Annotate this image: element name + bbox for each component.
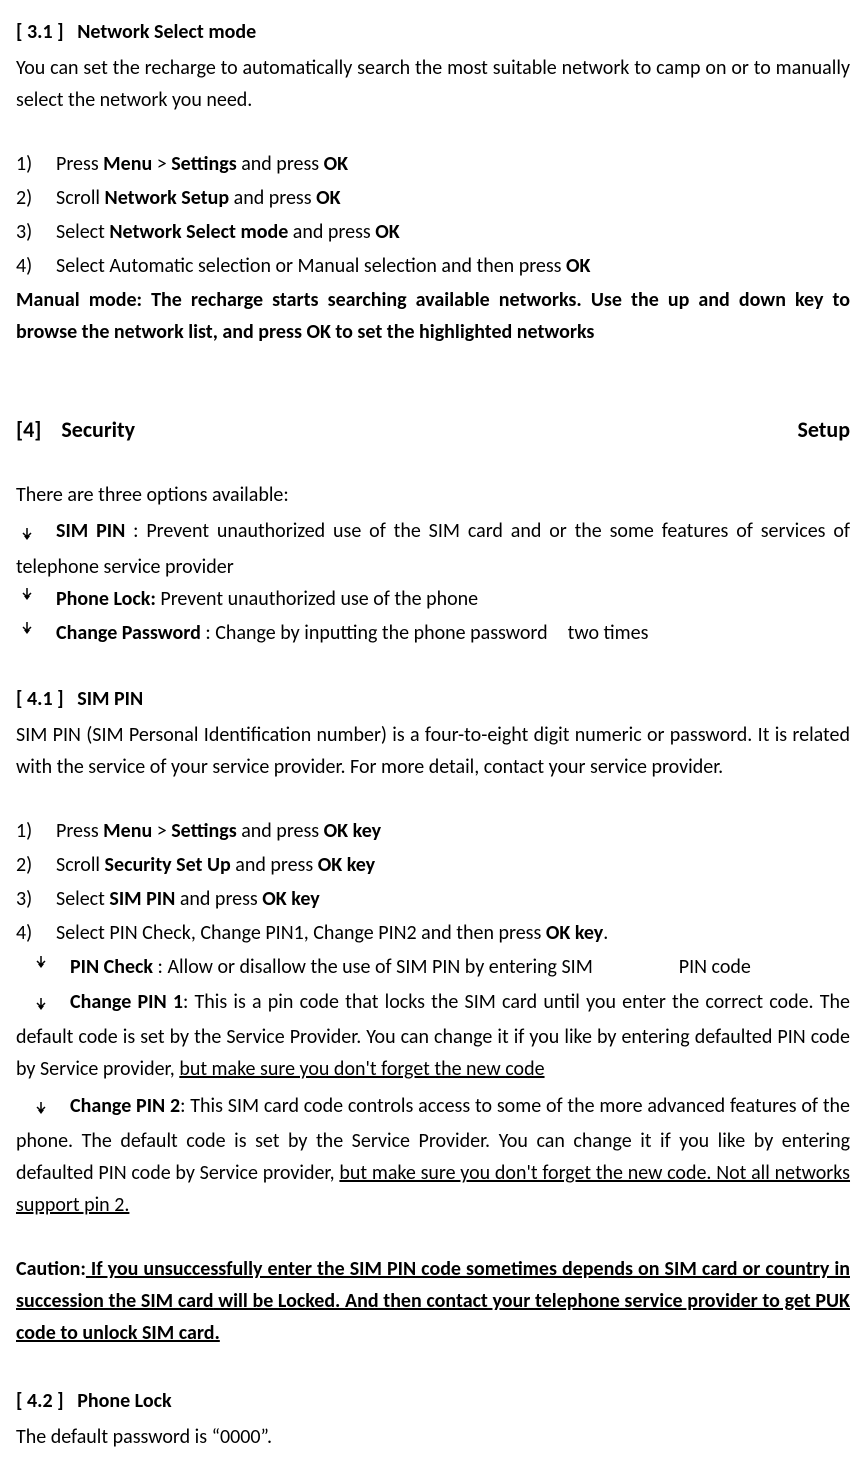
heading-left: [4] Security: [16, 412, 135, 447]
arrow-down-icon: [30, 985, 70, 1021]
heading-num: [ 4.1 ]: [16, 687, 64, 711]
arrow-down-icon: [30, 951, 70, 983]
manual-note: Manual mode: The recharge starts searchi…: [16, 284, 850, 348]
step-num: 4): [16, 917, 56, 949]
step-text: Select Automatic selection or Manual sel…: [56, 250, 850, 282]
spacer: [16, 1353, 850, 1381]
spacer: [16, 787, 850, 815]
step: 1) Press Menu > Settings and press OK: [16, 148, 850, 180]
heading-right: Setup: [797, 412, 850, 447]
step-text: Scroll Security Set Up and press OK key: [56, 849, 850, 881]
step: 1) Press Menu > Settings and press OK ke…: [16, 815, 850, 847]
step-text: Select Network Select mode and press OK: [56, 216, 850, 248]
intro-4: There are three options available:: [16, 479, 850, 511]
heading-4-2: [ 4.2 ] Phone Lock: [16, 1385, 850, 1417]
spacer: [16, 380, 850, 408]
step-text: Select PIN Check, Change PIN1, Change PI…: [56, 917, 850, 949]
spacer: [16, 1225, 850, 1253]
spacer: [16, 651, 850, 679]
step: 3) Select Network Select mode and press …: [16, 216, 850, 248]
step-num: 3): [16, 883, 56, 915]
bullet-content: SIM PIN : Prevent unauthorized use of th…: [16, 519, 850, 579]
arrow-down-icon: [30, 1089, 70, 1125]
heading-text: SIM PIN: [77, 687, 143, 711]
bullet-block: SIM PIN : Prevent unauthorized use of th…: [16, 515, 850, 583]
spacer: [16, 352, 850, 380]
spacer: [16, 451, 850, 479]
heading-4-1: [ 4.1 ] SIM PIN: [16, 683, 850, 715]
heading-text: Network Select mode: [77, 20, 256, 44]
heading-num: [ 4.2 ]: [16, 1389, 64, 1413]
arrow-down-icon: [16, 583, 56, 615]
step-num: 2): [16, 849, 56, 881]
step-num: 4): [16, 250, 56, 282]
bullet-item-pin2: Change PIN 2: This SIM card code control…: [16, 1089, 850, 1221]
bullet-text: Phone Lock: Prevent unauthorized use of …: [56, 583, 850, 615]
bullet-item: Change Password : Change by inputting th…: [16, 617, 850, 649]
step: 4) Select Automatic selection or Manual …: [16, 250, 850, 282]
caution: Caution: If you unsuccessfully enter the…: [16, 1253, 850, 1349]
arrow-down-icon: [16, 617, 56, 649]
step-num: 1): [16, 148, 56, 180]
intro-4-1: SIM PIN (SIM Personal Identification num…: [16, 719, 850, 783]
bullet-text: Change Password : Change by inputting th…: [56, 617, 850, 649]
bullet-item-pin1: Change PIN 1: This is a pin code that lo…: [16, 985, 850, 1085]
step-num: 3): [16, 216, 56, 248]
heading-3-1: [ 3.1 ] Network Select mode: [16, 16, 850, 48]
heading-4: [4] Security Setup: [16, 412, 850, 447]
step-num: 2): [16, 182, 56, 214]
step-text: Select SIM PIN and press OK key: [56, 883, 850, 915]
step-text: Scroll Network Setup and press OK: [56, 182, 850, 214]
bullet-item: Phone Lock: Prevent unauthorized use of …: [16, 583, 850, 615]
heading-text: Phone Lock: [77, 1389, 171, 1413]
spacer: [16, 120, 850, 148]
arrow-down-icon: [16, 515, 56, 551]
step-text: Press Menu > Settings and press OK key: [56, 815, 850, 847]
bullet-item: PIN Check : Allow or disallow the use of…: [16, 951, 850, 983]
heading-num: [ 3.1 ]: [16, 20, 64, 44]
step-num: 1): [16, 815, 56, 847]
step: 3) Select SIM PIN and press OK key: [16, 883, 850, 915]
step-text: Press Menu > Settings and press OK: [56, 148, 850, 180]
step: 2) Scroll Security Set Up and press OK k…: [16, 849, 850, 881]
bullet-text: PIN Check : Allow or disallow the use of…: [70, 951, 850, 983]
intro-4-2: The default password is “0000”.: [16, 1421, 850, 1453]
step: 4) Select PIN Check, Change PIN1, Change…: [16, 917, 850, 949]
intro-3-1: You can set the recharge to automaticall…: [16, 52, 850, 116]
step: 2) Scroll Network Setup and press OK: [16, 182, 850, 214]
